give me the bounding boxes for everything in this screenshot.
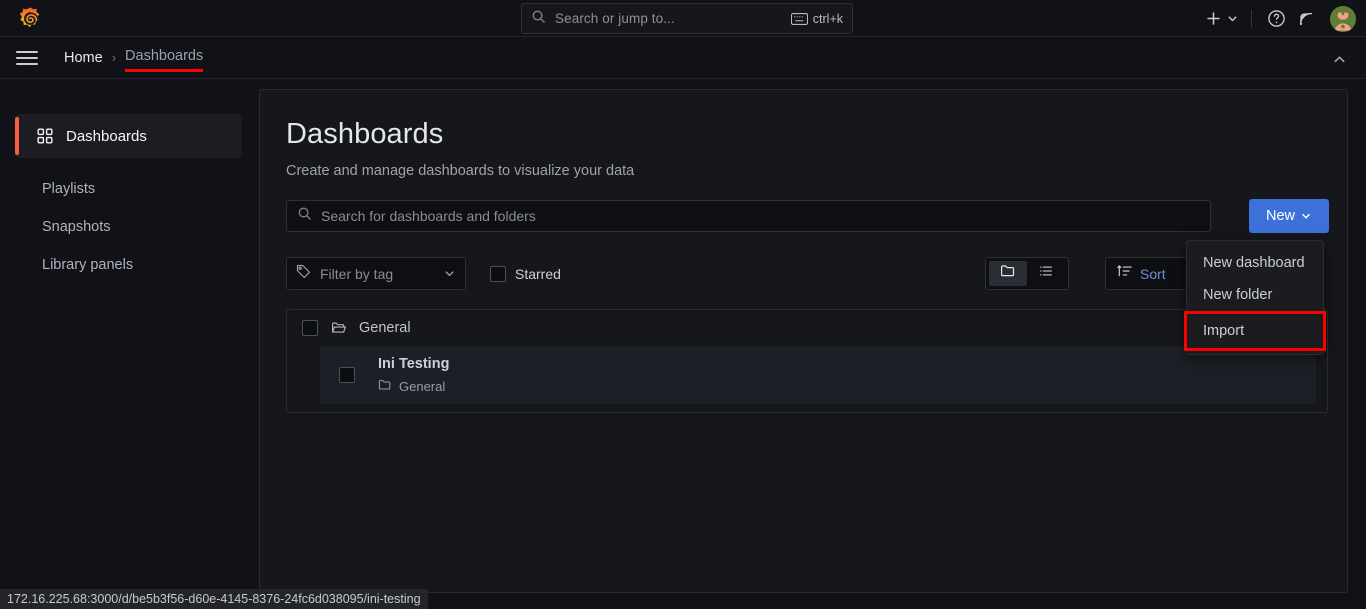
dashboard-search-placeholder: Search for dashboards and folders	[321, 208, 536, 224]
chevron-down-icon	[1300, 210, 1312, 222]
apps-grid-icon	[37, 128, 53, 144]
tag-filter-select[interactable]: Filter by tag	[286, 257, 466, 290]
menu-item-import[interactable]: Import	[1187, 314, 1323, 348]
global-search-placeholder: Search or jump to...	[555, 11, 791, 26]
search-shortcut-text: ctrl+k	[813, 12, 843, 26]
user-avatar[interactable]	[1330, 6, 1356, 32]
page-subtitle: Create and manage dashboards to visualiz…	[286, 163, 1321, 179]
tag-icon	[296, 264, 311, 284]
search-icon	[531, 9, 546, 29]
sidebar-item-snapshots[interactable]: Snapshots	[16, 208, 242, 246]
view-mode-toggle	[985, 257, 1069, 290]
tag-filter-label: Filter by tag	[320, 266, 443, 282]
list-view-button[interactable]	[1027, 261, 1065, 286]
dashboard-search-input[interactable]: Search for dashboards and folders	[286, 200, 1211, 232]
menu-item-new-folder[interactable]: New folder	[1187, 279, 1323, 311]
sort-ascending-icon	[1117, 263, 1133, 284]
dashboard-folder-meta: General	[378, 378, 449, 395]
folder-row-checkbox[interactable]	[302, 320, 318, 336]
menu-item-new-dashboard[interactable]: New dashboard	[1187, 247, 1323, 279]
new-button-label: New	[1266, 208, 1295, 224]
help-icon[interactable]	[1261, 4, 1291, 34]
search-icon	[297, 206, 312, 226]
folder-name[interactable]: General	[359, 320, 411, 336]
new-dropdown-menu: New dashboard New folder Import	[1186, 240, 1324, 355]
breadcrumb-dashboards[interactable]: Dashboards	[125, 48, 203, 67]
starred-filter[interactable]: Starred	[490, 266, 561, 282]
search-shortcut-hint: ctrl+k	[791, 12, 843, 26]
add-new-button[interactable]	[1202, 10, 1242, 27]
news-feed-icon[interactable]	[1291, 4, 1321, 34]
sidebar-item-dashboards[interactable]: Dashboards	[16, 114, 242, 158]
new-button[interactable]: New	[1249, 199, 1329, 233]
breadcrumb-bar: Home › Dashboards	[0, 37, 1366, 79]
results-toolbar: Filter by tag Starred	[286, 257, 1321, 290]
search-row: Search for dashboards and folders New	[286, 200, 1321, 232]
sidebar-item-playlists[interactable]: Playlists	[16, 170, 242, 208]
sidebar-item-label: Snapshots	[42, 219, 111, 235]
sidebar-item-label: Playlists	[42, 181, 95, 197]
chevron-down-icon	[443, 267, 456, 280]
dashboard-results-list: General Ini Testing General	[286, 309, 1328, 413]
page-title: Dashboards	[286, 118, 1321, 151]
sidebar-item-label: Dashboards	[66, 128, 147, 145]
toolbar-divider	[1251, 10, 1252, 28]
top-navigation-bar: Search or jump to... ctrl+k	[0, 0, 1366, 37]
sort-label: Sort	[1140, 266, 1166, 282]
sidebar-item-label: Library panels	[42, 257, 133, 273]
dashboard-folder-name: General	[399, 379, 445, 394]
sidebar-nav: Dashboards Playlists Snapshots Library p…	[0, 79, 258, 609]
grafana-logo[interactable]	[14, 3, 46, 35]
folder-icon	[378, 378, 392, 395]
dashboard-title[interactable]: Ini Testing	[378, 356, 449, 372]
top-bar-actions	[1202, 0, 1356, 37]
menu-toggle-icon[interactable]	[16, 45, 42, 71]
global-search-input[interactable]: Search or jump to... ctrl+k	[521, 3, 853, 34]
folder-row[interactable]: General	[287, 310, 1327, 346]
status-bar-url: 172.16.225.68:3000/d/be5b3f56-d60e-4145-…	[0, 589, 428, 609]
sidebar-item-library-panels[interactable]: Library panels	[16, 246, 242, 284]
breadcrumb-home[interactable]: Home	[64, 50, 103, 66]
dashboard-row-checkbox[interactable]	[339, 367, 355, 383]
main-content-panel: Dashboards Create and manage dashboards …	[259, 89, 1348, 593]
chevron-up-icon[interactable]	[1328, 48, 1350, 70]
sidebar-subitems: Playlists Snapshots Library panels	[0, 170, 258, 284]
starred-label: Starred	[515, 266, 561, 282]
breadcrumb: Home › Dashboards	[64, 48, 203, 67]
breadcrumb-separator: ›	[112, 50, 116, 65]
folder-view-button[interactable]	[989, 261, 1027, 286]
folder-open-icon	[331, 320, 347, 336]
table-row[interactable]: Ini Testing General	[320, 346, 1316, 404]
folder-icon	[1000, 263, 1016, 284]
list-icon	[1038, 263, 1054, 284]
starred-checkbox[interactable]	[490, 266, 506, 282]
dashboard-row-content: Ini Testing General	[378, 355, 449, 395]
